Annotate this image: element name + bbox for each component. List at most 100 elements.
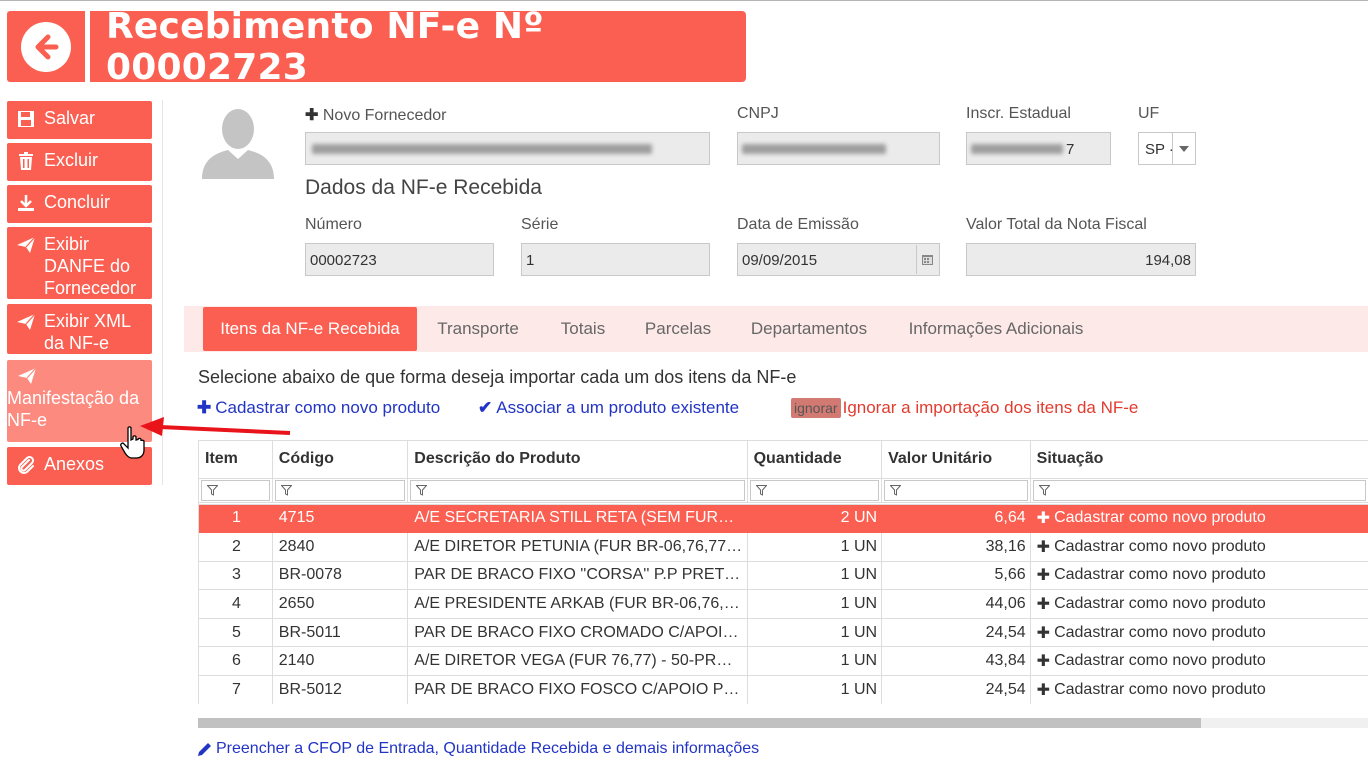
tab-bar: Itens da NF-e Recebida Transporte Totais…: [184, 306, 1368, 352]
valor-total-field[interactable]: 194,08: [966, 243, 1196, 276]
ie-value-suffix: 7: [1066, 141, 1075, 158]
page-title: Recebimento NF-e Nº 00002723: [106, 5, 544, 88]
table-row[interactable]: 7 BR-5012 PAR DE BRACO FIXO FOSCO C/APOI…: [199, 675, 1368, 704]
cell-codigo: BR-5011: [272, 618, 409, 648]
filter-quantidade-input[interactable]: [749, 479, 880, 501]
cell-descricao: PAR DE BRACO FIXO ''CORSA'' P.P PRETO - …: [407, 561, 748, 591]
table-row[interactable]: 1 4715 A/E SECRETARIA STILL RETA (SEM FU…: [199, 504, 1368, 534]
redacted-text: [742, 144, 886, 154]
filter-item-input[interactable]: [201, 479, 270, 501]
table-row[interactable]: 4 2650 A/E PRESIDENTE ARKAB (FUR BR-06,7…: [199, 589, 1368, 619]
plus-icon: ✚: [1036, 624, 1051, 642]
fill-cfop-link[interactable]: Preencher a CFOP de Entrada, Quantidade …: [197, 740, 759, 758]
plus-icon: ✚: [1036, 681, 1051, 699]
cell-codigo: 2140: [272, 646, 409, 677]
tab-itens[interactable]: Itens da NF-e Recebida: [203, 307, 417, 351]
supplier-avatar-icon: [202, 109, 274, 179]
plus-icon: ✚: [1036, 567, 1051, 585]
uf-select[interactable]: SP ·: [1138, 132, 1196, 165]
tab-parcelas[interactable]: Parcelas: [634, 307, 722, 351]
delete-button[interactable]: Excluir: [7, 143, 152, 181]
filter-codigo-input[interactable]: [274, 479, 406, 501]
serie-field[interactable]: 1: [521, 243, 710, 276]
cell-item: 2: [199, 532, 273, 562]
plus-icon: ✚: [305, 107, 319, 124]
cell-descricao: A/E PRESIDENTE ARKAB (FUR BR-06,76,77) -…: [407, 589, 748, 619]
tab-departamentos[interactable]: Departamentos: [736, 307, 882, 351]
cell-codigo: 2840: [272, 532, 409, 562]
situacao-label: Cadastrar como novo produto: [1054, 652, 1266, 670]
column-header-item[interactable]: Item: [199, 441, 273, 479]
column-header-valor-unitario[interactable]: Valor Unitário: [881, 441, 1031, 479]
grid-header-row: Item Código Descrição do Produto Quantid…: [199, 441, 1368, 479]
new-supplier-link[interactable]: ✚ Novo Fornecedor: [305, 105, 446, 125]
table-row[interactable]: 3 BR-0078 PAR DE BRACO FIXO ''CORSA'' P.…: [199, 561, 1368, 591]
plus-icon: ✚: [1036, 596, 1051, 614]
cell-situacao[interactable]: ✚ Cadastrar como novo produto: [1030, 561, 1368, 591]
table-row[interactable]: 2 2840 A/E DIRETOR PETUNIA (FUR BR-06,76…: [199, 532, 1368, 562]
cell-situacao[interactable]: ✚ Cadastrar como novo produto: [1030, 646, 1368, 677]
plus-icon: ✚: [1036, 510, 1051, 528]
tab-informacoes-adicionais[interactable]: Informações Adicionais: [896, 307, 1096, 351]
calendar-icon[interactable]: [916, 245, 938, 274]
cell-descricao: A/E DIRETOR PETUNIA (FUR BR-06,76,77) - …: [407, 532, 748, 562]
situacao-label: Cadastrar como novo produto: [1054, 566, 1266, 584]
cell-situacao[interactable]: ✚ Cadastrar como novo produto: [1030, 618, 1368, 648]
cell-valor: 24,54: [881, 675, 1031, 704]
scrollbar-thumb[interactable]: [198, 718, 1201, 728]
save-button[interactable]: Salvar: [7, 101, 152, 139]
send-icon: [18, 367, 37, 384]
associate-existing-label: Associar a um produto existente: [496, 398, 740, 417]
cell-item: 5: [199, 618, 273, 648]
paperclip-icon: [18, 455, 35, 474]
nfe-section-title: Dados da NF-e Recebida: [305, 176, 542, 199]
uf-value: SP ·: [1145, 141, 1174, 158]
cell-item: 3: [199, 561, 273, 591]
filter-descricao-input[interactable]: [410, 479, 745, 501]
cell-valor: 24,54: [881, 618, 1031, 648]
table-row[interactable]: 6 2140 A/E DIRETOR VEGA (FUR 76,77) - 50…: [199, 646, 1368, 677]
supplier-name-field[interactable]: [305, 132, 710, 165]
import-instruction: Selecione abaixo de que forma deseja imp…: [198, 367, 797, 387]
column-header-situacao[interactable]: Situação: [1030, 441, 1368, 479]
cnpj-field[interactable]: [737, 132, 940, 165]
cell-quantidade: 1 UN: [747, 561, 883, 591]
cell-descricao: A/E DIRETOR VEGA (FUR 76,77) - 50-PRETO: [407, 646, 748, 677]
cell-situacao[interactable]: ✚ Cadastrar como novo produto: [1030, 589, 1368, 619]
tab-totais[interactable]: Totais: [546, 307, 620, 351]
cell-valor: 6,64: [881, 504, 1031, 534]
conclude-button[interactable]: Concluir: [7, 185, 152, 223]
show-danfe-button[interactable]: Exibir DANFE do Fornecedor: [7, 227, 152, 299]
filter-icon: [207, 484, 218, 496]
fill-cfop-label: Preencher a CFOP de Entrada, Quantidade …: [216, 740, 760, 757]
cell-quantidade: 1 UN: [747, 589, 883, 619]
ignore-import-option[interactable]: ignorar Ignorar a importação dos itens d…: [791, 398, 1138, 418]
cell-quantidade: 1 UN: [747, 532, 883, 562]
show-xml-button[interactable]: Exibir XML da NF-e: [7, 304, 152, 354]
situacao-label: Cadastrar como novo produto: [1054, 595, 1266, 613]
horizontal-scrollbar[interactable]: [198, 718, 1368, 728]
filter-situacao-input[interactable]: [1032, 479, 1366, 501]
cell-situacao[interactable]: ✚ Cadastrar como novo produto: [1030, 675, 1368, 704]
cell-situacao[interactable]: ✚ Cadastrar como novo produto: [1030, 504, 1368, 534]
column-header-quantidade[interactable]: Quantidade: [747, 441, 883, 479]
cell-quantidade: 1 UN: [747, 646, 883, 677]
plus-icon: ✚: [1036, 653, 1051, 671]
tab-transporte[interactable]: Transporte: [424, 307, 532, 351]
send-icon: [17, 236, 36, 253]
chevron-down-icon[interactable]: [1172, 133, 1195, 164]
back-button[interactable]: [7, 11, 85, 82]
filter-valor-input[interactable]: [884, 479, 1028, 501]
associate-existing-option[interactable]: ✔ Associar a um produto existente: [478, 398, 739, 418]
cell-situacao[interactable]: ✚ Cadastrar como novo produto: [1030, 532, 1368, 562]
cell-codigo: BR-5012: [272, 675, 409, 704]
data-emissao-field[interactable]: 09/09/2015: [737, 243, 940, 276]
table-row[interactable]: 5 BR-5011 PAR DE BRACO FIXO CROMADO C/AP…: [199, 618, 1368, 648]
numero-field[interactable]: 00002723: [305, 243, 494, 276]
situacao-label: Cadastrar como novo produto: [1054, 623, 1266, 641]
column-header-descricao[interactable]: Descrição do Produto: [407, 441, 748, 479]
send-icon: [17, 313, 36, 330]
ie-field[interactable]: 7: [966, 132, 1111, 165]
data-emissao-label: Data de Emissão: [737, 216, 859, 233]
column-header-codigo[interactable]: Código: [272, 441, 409, 479]
